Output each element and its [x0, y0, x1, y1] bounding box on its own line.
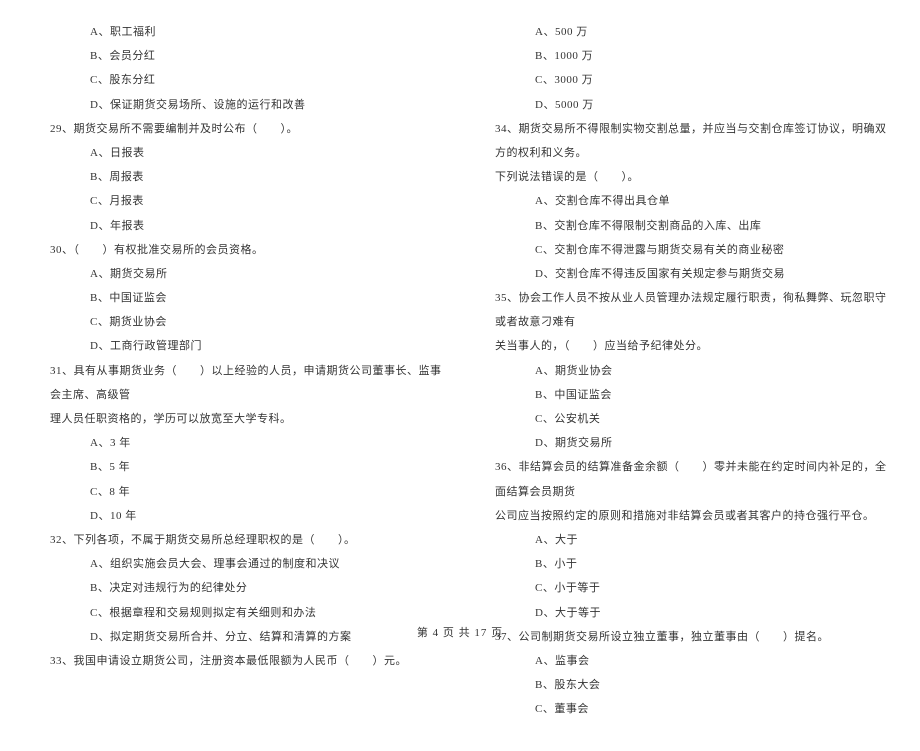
- q33-option-a: A、500 万: [475, 20, 890, 44]
- q35-option-a: A、期货业协会: [475, 359, 890, 383]
- q34-option-c: C、交割仓库不得泄露与期货交易有关的商业秘密: [475, 238, 890, 262]
- q32-option-a: A、组织实施会员大会、理事会通过的制度和决议: [30, 552, 445, 576]
- q35-option-d: D、期货交易所: [475, 431, 890, 455]
- q33-option-d: D、5000 万: [475, 93, 890, 117]
- q31-option-b: B、5 年: [30, 455, 445, 479]
- q30-option-b: B、中国证监会: [30, 286, 445, 310]
- page-footer: 第 4 页 共 17 页: [0, 624, 920, 640]
- q33-option-b: B、1000 万: [475, 44, 890, 68]
- q31-option-a: A、3 年: [30, 431, 445, 455]
- q34-stem-line2: 下列说法错误的是（ ）。: [475, 165, 890, 189]
- q36-option-b: B、小于: [475, 552, 890, 576]
- q37-option-a: A、监事会: [475, 649, 890, 673]
- q34-option-b: B、交割仓库不得限制交割商品的入库、出库: [475, 214, 890, 238]
- q28-option-d: D、保证期货交易场所、设施的运行和改善: [30, 93, 445, 117]
- q32-option-c: C、根据章程和交易规则拟定有关细则和办法: [30, 601, 445, 625]
- q35-option-c: C、公安机关: [475, 407, 890, 431]
- q29-option-b: B、周报表: [30, 165, 445, 189]
- q28-option-c: C、股东分红: [30, 68, 445, 92]
- q29-option-d: D、年报表: [30, 214, 445, 238]
- q37-option-b: B、股东大会: [475, 673, 890, 697]
- q30-option-c: C、期货业协会: [30, 310, 445, 334]
- q30-stem: 30、（ ）有权批准交易所的会员资格。: [30, 238, 445, 262]
- q30-option-a: A、期货交易所: [30, 262, 445, 286]
- q33-option-c: C、3000 万: [475, 68, 890, 92]
- q36-option-a: A、大于: [475, 528, 890, 552]
- right-column: A、500 万 B、1000 万 C、3000 万 D、5000 万 34、期货…: [475, 20, 890, 721]
- q36-stem-line2: 公司应当按照约定的原则和措施对非结算会员或者其客户的持仓强行平仓。: [475, 504, 890, 528]
- q32-stem: 32、下列各项，不属于期货交易所总经理职权的是（ ）。: [30, 528, 445, 552]
- q36-option-c: C、小于等于: [475, 576, 890, 600]
- q29-option-c: C、月报表: [30, 189, 445, 213]
- q31-stem-line2: 理人员任职资格的，学历可以放宽至大学专科。: [30, 407, 445, 431]
- q28-option-b: B、会员分红: [30, 44, 445, 68]
- left-column: A、职工福利 B、会员分红 C、股东分红 D、保证期货交易场所、设施的运行和改善…: [30, 20, 445, 721]
- q31-option-c: C、8 年: [30, 480, 445, 504]
- q33-stem: 33、我国申请设立期货公司，注册资本最低限额为人民币（ ）元。: [30, 649, 445, 673]
- q34-stem-line1: 34、期货交易所不得限制实物交割总量，并应当与交割仓库签订协议，明确双方的权利和…: [475, 117, 890, 165]
- q34-option-a: A、交割仓库不得出具仓单: [475, 189, 890, 213]
- q29-stem: 29、期货交易所不需要编制并及时公布（ ）。: [30, 117, 445, 141]
- q28-option-a: A、职工福利: [30, 20, 445, 44]
- q37-option-c: C、董事会: [475, 697, 890, 721]
- q32-option-b: B、决定对违规行为的纪律处分: [30, 576, 445, 600]
- q36-option-d: D、大于等于: [475, 601, 890, 625]
- q31-stem-line1: 31、具有从事期货业务（ ）以上经验的人员，申请期货公司董事长、监事会主席、高级…: [30, 359, 445, 407]
- q30-option-d: D、工商行政管理部门: [30, 334, 445, 358]
- q29-option-a: A、日报表: [30, 141, 445, 165]
- q34-option-d: D、交割仓库不得违反国家有关规定参与期货交易: [475, 262, 890, 286]
- q36-stem-line1: 36、非结算会员的结算准备金余额（ ）零并未能在约定时间内补足的，全面结算会员期…: [475, 455, 890, 503]
- q35-option-b: B、中国证监会: [475, 383, 890, 407]
- q35-stem-line2: 关当事人的，（ ）应当给予纪律处分。: [475, 334, 890, 358]
- q31-option-d: D、10 年: [30, 504, 445, 528]
- q35-stem-line1: 35、协会工作人员不按从业人员管理办法规定履行职责，徇私舞弊、玩忽职守或者故意刁…: [475, 286, 890, 334]
